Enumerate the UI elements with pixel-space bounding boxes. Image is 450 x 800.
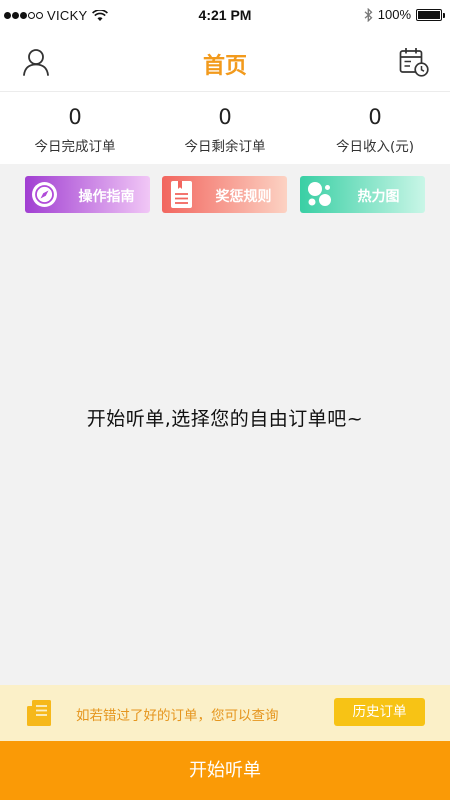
heatmap-bubbles-icon bbox=[308, 182, 331, 206]
status-bar: VICKY 4:21 PM 100% bbox=[0, 0, 450, 32]
stat-value: 0 bbox=[368, 105, 382, 129]
notice-text: 如若错过了好的订单，您可以查询 bbox=[76, 708, 279, 724]
app-header: 首页 bbox=[0, 32, 450, 92]
page-title: 首页 bbox=[202, 54, 247, 79]
rules-button[interactable]: 奖惩规则 bbox=[162, 176, 287, 213]
start-listening-button[interactable]: 开始听单 bbox=[0, 741, 450, 800]
stat-value: 0 bbox=[68, 105, 82, 129]
calendar-clock-icon[interactable] bbox=[398, 46, 430, 78]
status-right: 100% bbox=[364, 7, 445, 22]
battery-percent: 100% bbox=[377, 7, 411, 22]
stat-income: 0 今日收入(元) bbox=[300, 92, 450, 164]
rulebook-icon bbox=[171, 181, 192, 208]
document-icon bbox=[27, 700, 51, 726]
stat-label: 今日收入(元) bbox=[335, 139, 415, 155]
stat-label: 今日剩余订单 bbox=[184, 139, 266, 155]
guide-label: 操作指南 bbox=[78, 189, 135, 205]
compass-icon bbox=[32, 182, 57, 207]
guide-button[interactable]: 操作指南 bbox=[25, 176, 150, 213]
heatmap-label: 热力图 bbox=[357, 189, 400, 205]
bluetooth-icon bbox=[364, 7, 373, 22]
stat-label: 今日完成订单 bbox=[34, 139, 116, 155]
today-stats: 0 今日完成订单 0 今日剩余订单 0 今日收入(元) bbox=[0, 92, 450, 164]
heatmap-button[interactable]: 热力图 bbox=[300, 176, 425, 213]
history-orders-button[interactable]: 历史订单 bbox=[334, 698, 425, 726]
battery-icon bbox=[416, 8, 445, 21]
stat-completed-orders: 0 今日完成订单 bbox=[0, 92, 150, 164]
rules-label: 奖惩规则 bbox=[215, 189, 272, 205]
empty-orders-message: 开始听单,选择您的自由订单吧~ bbox=[86, 408, 364, 430]
history-notice-bar: 如若错过了好的订单，您可以查询 历史订单 bbox=[0, 685, 450, 741]
stat-remaining-orders: 0 今日剩余订单 bbox=[150, 92, 300, 164]
stat-value: 0 bbox=[218, 105, 232, 129]
